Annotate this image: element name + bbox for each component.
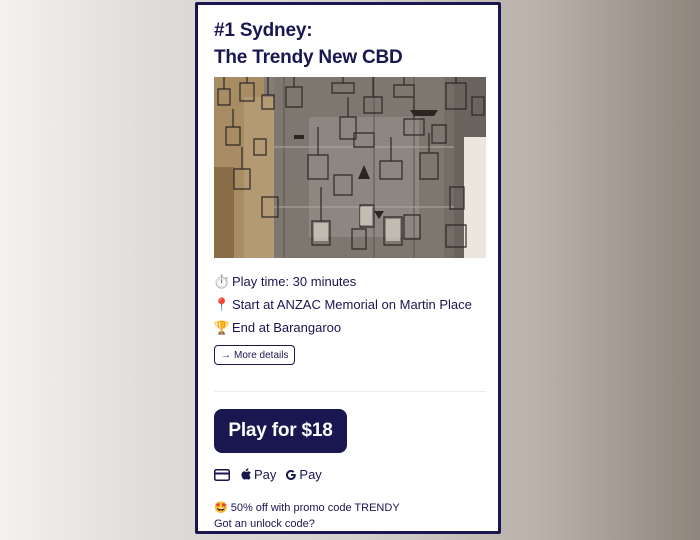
payment-methods: Pay Pay <box>214 467 482 482</box>
title-line-1: #1 Sydney: <box>214 20 313 41</box>
promo-code-row: 🤩 50% off with promo code TRENDY <box>214 500 482 516</box>
more-details-label: More details <box>234 349 289 361</box>
google-pay-method: Pay <box>285 467 322 482</box>
tour-photo <box>214 77 486 258</box>
google-g-icon <box>286 469 297 480</box>
trophy-icon: 🏆 <box>213 320 231 335</box>
apple-pay-method: Pay <box>241 467 276 482</box>
end-location-text: End at Barangaroo <box>232 320 342 335</box>
arrow-right-icon: → <box>221 349 231 361</box>
play-button-label: Play for $18 <box>228 420 333 441</box>
start-location-row: 📍 Start at ANZAC Memorial on Martin Plac… <box>214 293 482 316</box>
details-list: ⏱️ Play time: 30 minutes 📍 Start at ANZA… <box>214 270 482 339</box>
apple-logo-icon <box>241 468 251 480</box>
start-location-text: Start at ANZAC Memorial on Martin Place <box>232 297 472 312</box>
apple-pay-label: Pay <box>254 467 277 482</box>
star-struck-icon: 🤩 <box>214 502 228 514</box>
google-pay-label: Pay <box>299 467 322 482</box>
end-location-row: 🏆 End at Barangaroo <box>214 316 482 339</box>
unlock-code-link[interactable]: Got an unlock code? <box>214 516 482 532</box>
more-details-button[interactable]: → More details <box>214 345 296 365</box>
play-time-row: ⏱️ Play time: 30 minutes <box>214 270 482 293</box>
play-time-text: Play time: 30 minutes <box>232 274 357 289</box>
title-line-2: The Trendy New CBD <box>214 47 403 68</box>
credit-card-method <box>214 468 232 481</box>
divider <box>214 391 486 392</box>
promo-text: 50% off with promo code TRENDY <box>230 502 400 514</box>
tour-card: #1 Sydney: The Trendy New CBD ⏱️ Play ti… <box>195 2 501 534</box>
credit-card-icon <box>214 468 230 481</box>
tour-title: #1 Sydney: The Trendy New CBD <box>214 17 482 71</box>
pin-icon: 📍 <box>213 297 231 312</box>
promo-section: 🤩 50% off with promo code TRENDY Got an … <box>214 500 482 532</box>
play-button[interactable]: Play for $18 <box>214 409 347 453</box>
stopwatch-icon: ⏱️ <box>213 274 231 289</box>
